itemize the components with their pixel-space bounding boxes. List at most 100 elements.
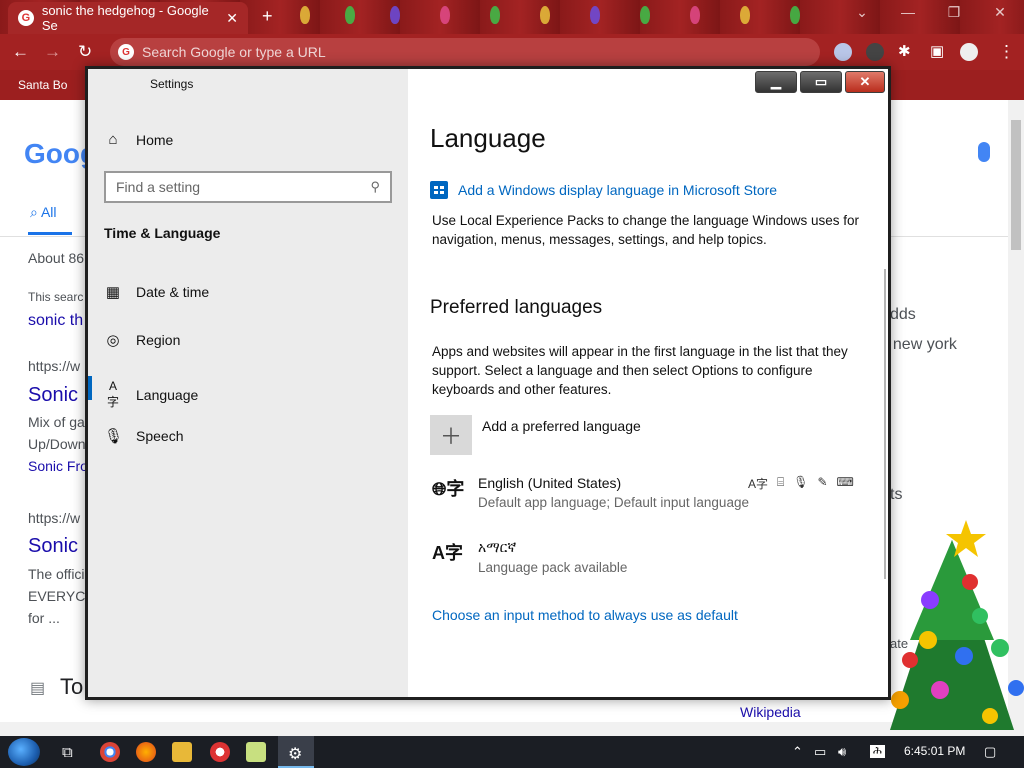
start-button[interactable] (8, 738, 40, 766)
side-panel-text: dds (890, 306, 916, 323)
tab-search-icon[interactable]: ⌄ (842, 4, 882, 21)
language-detail: Language pack available (478, 560, 628, 575)
did-you-mean-link[interactable]: sonic th (28, 312, 83, 330)
reload-icon[interactable]: ↻ (78, 42, 92, 62)
wikipedia-link[interactable]: Wikipedia (740, 704, 801, 720)
handwriting-icon: ✎ (817, 475, 828, 489)
result-snippet: The offici (28, 566, 85, 582)
taskbar-clock[interactable]: 6:45:01 PM (904, 744, 965, 758)
gear-icon: ⚙ (288, 746, 303, 763)
tab-all[interactable]: ⌕ All (30, 204, 57, 221)
language-display-icon: 🌐︎字 (432, 479, 465, 499)
result-title[interactable]: Sonic (28, 535, 78, 558)
result-snippet: Up/Down (28, 436, 86, 452)
add-language-button[interactable]: ＋ Add a preferred language (430, 415, 641, 455)
settings-search-input[interactable]: Find a setting ⚲ (104, 171, 392, 203)
light-bulb-decoration (345, 6, 355, 24)
preferred-languages-heading: Preferred languages (430, 297, 603, 318)
tray-chevron-up-icon[interactable]: ⌃ (792, 744, 803, 760)
result-snippet: Mix of ga (28, 414, 85, 430)
browser-toolbar: ← → ↻ G Search Google or type a URL ✱ ▣ … (0, 34, 1024, 70)
nav-home[interactable]: ⌂ Home (104, 131, 173, 148)
extension-icon[interactable] (834, 43, 852, 61)
input-method-link[interactable]: Choose an input method to always use as … (432, 607, 738, 623)
speech-icon: ⌸ (777, 475, 785, 489)
calendar-clock-icon: ▦ (105, 284, 121, 301)
nav-date-time-label: Date & time (136, 284, 210, 300)
window-title: Settings (150, 77, 194, 91)
plus-icon: ＋ (430, 415, 472, 455)
microphone-icon: 🎙︎ (104, 428, 124, 445)
notification-icon[interactable]: ▢ (984, 744, 996, 760)
close-icon[interactable]: ✕ (980, 4, 1020, 21)
result-snippet: EVERYC (28, 588, 86, 604)
extension-icon[interactable] (866, 43, 884, 61)
light-bulb-decoration (790, 6, 800, 24)
result-snippet: for ... (28, 610, 60, 626)
language-detail: Default app language; Default input lang… (478, 495, 749, 510)
search-notice: This searc (28, 290, 84, 304)
light-bulb-decoration (740, 6, 750, 24)
profile-avatar[interactable] (960, 43, 978, 61)
google-favicon-icon: G (18, 10, 34, 26)
light-bulb-decoration (440, 6, 450, 24)
language-page: Language Add a Windows display language … (408, 69, 888, 697)
settings-search-placeholder: Find a setting (116, 179, 201, 195)
language-item-english[interactable]: 🌐︎字 English (United States) Default app … (432, 475, 749, 511)
side-panel-icon[interactable]: ▣ (930, 42, 944, 60)
puzzle-icon[interactable]: ✱ (898, 42, 911, 60)
globe-icon: ◎ (106, 332, 120, 349)
network-icon[interactable]: ▭ (814, 744, 826, 760)
result-url: https://w (28, 510, 81, 526)
browser-tab-active[interactable]: G sonic the hedgehog - Google Se ✕ (8, 2, 248, 34)
tab-title: sonic the hedgehog - Google Se (41, 3, 209, 33)
input-language-icon[interactable]: ሕ (870, 745, 885, 758)
file-explorer-icon[interactable] (172, 742, 192, 762)
task-view-icon[interactable]: ⧉ (62, 744, 73, 761)
display-language-icon: A字 (748, 477, 769, 491)
result-title[interactable]: Sonic (28, 384, 78, 407)
nav-date-time[interactable]: ▦ Date & time (104, 283, 209, 301)
horizontal-scrollbar[interactable] (0, 722, 1008, 736)
nav-region[interactable]: ◎ Region (104, 331, 180, 349)
settings-sidebar: Settings ⌂ Home Find a setting ⚲ Time & … (88, 69, 408, 697)
store-language-link[interactable]: Add a Windows display language in Micros… (430, 181, 777, 199)
result-url: https://w (28, 358, 81, 374)
tab-close-icon[interactable]: ✕ (226, 10, 238, 27)
microphone-icon: 🎙︎ (793, 475, 809, 489)
notepad-icon[interactable] (246, 742, 266, 762)
section-heading: Time & Language (104, 225, 221, 241)
google-icon: G (118, 44, 134, 60)
back-arrow-icon[interactable]: ← (12, 42, 29, 62)
search-icon: ⚲ (370, 179, 380, 194)
nav-language[interactable]: A字 Language (104, 379, 198, 410)
page-title: Language (430, 123, 546, 153)
language-item-amharic[interactable]: A字 አማርኛ Language pack available (432, 539, 627, 575)
bookmark-item[interactable]: Santa Bo (18, 78, 67, 92)
firefox-icon[interactable] (136, 742, 156, 762)
light-bulb-decoration (540, 6, 550, 24)
light-bulb-decoration (640, 6, 650, 24)
tab-all-label: All (40, 204, 57, 220)
nav-region-label: Region (136, 332, 181, 348)
result-sublink[interactable]: Sonic Fro (28, 458, 88, 474)
nav-speech[interactable]: 🎙︎ Speech (104, 427, 183, 445)
chrome-icon[interactable] (100, 742, 120, 762)
more-menu-icon[interactable]: ⋮ (998, 42, 1015, 62)
minimize-icon[interactable]: — (888, 4, 928, 20)
microphone-icon[interactable] (978, 142, 990, 162)
address-bar[interactable]: G Search Google or type a URL (110, 38, 820, 66)
light-bulb-decoration (390, 6, 400, 24)
volume-icon[interactable]: 🔊︎ (838, 744, 846, 760)
page-scrollbar-thumb[interactable] (1011, 120, 1021, 250)
restore-icon[interactable]: ❐ (934, 4, 974, 21)
browser-tab-strip: G sonic the hedgehog - Google Se ✕ + ⌄ —… (0, 0, 1024, 34)
forward-arrow-icon[interactable]: → (44, 42, 61, 62)
store-bag-icon (430, 181, 448, 199)
content-scrollbar[interactable] (884, 269, 886, 579)
language-name: English (United States) (478, 475, 622, 491)
app-icon[interactable] (210, 742, 230, 762)
new-tab-button[interactable]: + (262, 6, 273, 27)
news-icon: ▤ (30, 680, 46, 697)
preferred-languages-description: Apps and websites will appear in the fir… (432, 344, 848, 397)
